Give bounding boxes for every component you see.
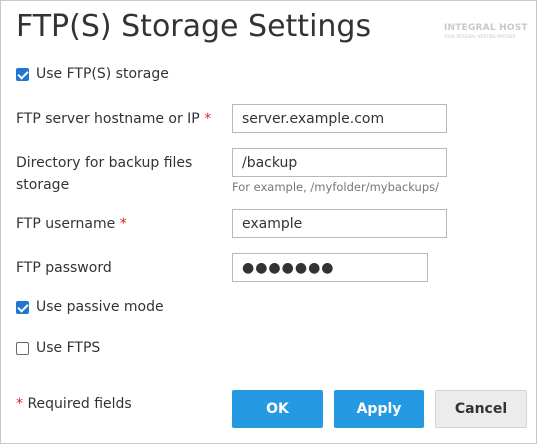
- use-ftp-storage-checkbox-row[interactable]: Use FTP(S) storage: [16, 66, 169, 82]
- passive-mode-checkbox[interactable]: [16, 300, 29, 314]
- username-label-row: FTP username *: [16, 213, 127, 235]
- ftps-checkbox-row[interactable]: Use FTPS: [16, 340, 100, 356]
- username-label: FTP username: [16, 216, 116, 232]
- passive-mode-checkbox-row[interactable]: Use passive mode: [16, 299, 164, 315]
- hostname-required-mark: *: [204, 111, 212, 127]
- username-input[interactable]: [232, 209, 447, 238]
- dialog-title: FTP(S) Storage Settings: [16, 9, 372, 44]
- hostname-label-row: FTP server hostname or IP *: [16, 108, 211, 130]
- required-fields-mark: *: [16, 396, 23, 412]
- integral-host-watermark-logo: INTEGRAL HOST YOUR INTEGRAL HOSTING PART…: [444, 23, 528, 47]
- password-input[interactable]: [232, 253, 428, 282]
- apply-button[interactable]: Apply: [334, 390, 424, 428]
- directory-hint: For example, /myfolder/mybackups/: [232, 180, 440, 194]
- ok-button[interactable]: OK: [232, 390, 323, 428]
- required-fields-text: Required fields: [27, 396, 132, 412]
- ftps-label: Use FTPS: [36, 340, 101, 356]
- passive-mode-label: Use passive mode: [36, 299, 164, 315]
- directory-label-line1: Directory for backup files: [16, 155, 193, 171]
- directory-label-row: Directory for backup files storage: [16, 152, 192, 196]
- use-ftp-storage-checkbox[interactable]: [16, 67, 29, 81]
- password-label-row: FTP password: [16, 257, 112, 279]
- watermark-name: INTEGRAL HOST: [444, 23, 528, 33]
- hostname-label: FTP server hostname or IP: [16, 111, 200, 127]
- ftps-checkbox[interactable]: [16, 341, 29, 355]
- use-ftp-storage-label: Use FTP(S) storage: [36, 66, 169, 82]
- password-label: FTP password: [16, 260, 112, 276]
- watermark-tagline: YOUR INTEGRAL HOSTING PARTNER: [444, 34, 516, 39]
- directory-input[interactable]: [232, 148, 447, 177]
- cancel-button[interactable]: Cancel: [435, 390, 527, 428]
- directory-label-line2: storage: [16, 177, 70, 193]
- required-fields-note: * Required fields: [16, 396, 132, 412]
- username-required-mark: *: [119, 216, 127, 232]
- hostname-input[interactable]: [232, 104, 447, 133]
- ftp-storage-settings-dialog: FTP(S) Storage Settings INTEGRAL HOST YO…: [0, 0, 537, 444]
